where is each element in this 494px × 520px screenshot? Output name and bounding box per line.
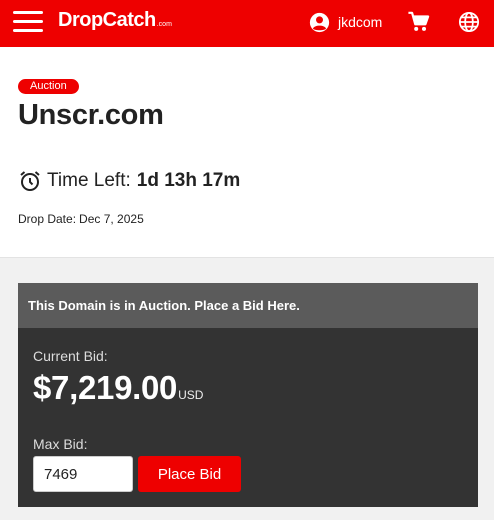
menu-icon[interactable] [13, 11, 43, 33]
bid-panel-header: This Domain is in Auction. Place a Bid H… [18, 283, 478, 328]
drop-date-value: Dec 7, 2025 [79, 212, 144, 226]
time-left-value: 1d 13h 17m [136, 170, 241, 191]
user-icon [309, 12, 330, 32]
time-left: Time Left: 1d 13h 17m [18, 169, 240, 193]
auction-badge: Auction [18, 79, 79, 94]
drop-date: Drop Date: Dec 7, 2025 [18, 212, 144, 226]
cart-icon[interactable] [407, 11, 430, 33]
globe-icon[interactable] [458, 11, 480, 33]
top-nav-bar: DropCatch.com jkdcom [0, 0, 494, 47]
account-menu[interactable]: jkdcom [309, 11, 382, 33]
domain-info-section: Auction Unscr.com Time Left: 1d 13h 17m … [0, 47, 494, 258]
alarm-clock-icon [20, 171, 40, 191]
place-bid-button[interactable]: Place Bid [138, 456, 241, 492]
current-bid-amount: $7,219.00 [33, 369, 178, 406]
drop-date-label: Drop Date: [18, 212, 77, 226]
max-bid-label: Max Bid: [33, 436, 88, 452]
time-left-label: Time Left: [47, 170, 131, 191]
logo-text: DropCatch [58, 9, 156, 31]
logo[interactable]: DropCatch.com [58, 9, 172, 32]
max-bid-input[interactable] [33, 456, 133, 492]
logo-suffix: .com [156, 21, 172, 28]
current-bid: $7,219.00 USD [33, 369, 203, 407]
currency-label: USD [178, 388, 204, 402]
domain-title: Unscr.com [18, 99, 164, 131]
username: jkdcom [338, 14, 383, 30]
bid-panel: This Domain is in Auction. Place a Bid H… [18, 283, 478, 507]
current-bid-label: Current Bid: [33, 348, 108, 364]
